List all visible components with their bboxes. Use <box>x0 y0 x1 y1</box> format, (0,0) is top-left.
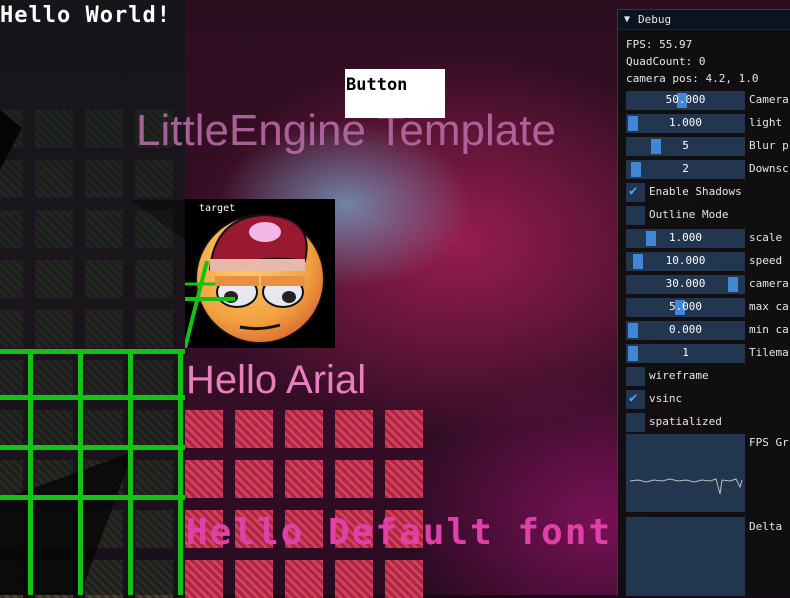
slider-row: 2 Downsc <box>626 160 790 179</box>
slider-value: 10.000 <box>665 254 706 267</box>
delta-graph-label: Delta <box>749 520 783 533</box>
slider-value: 5 <box>682 139 689 152</box>
slider-label: camera <box>749 277 789 290</box>
checkbox-row[interactable]: Outline Mode <box>626 206 790 225</box>
debug-window[interactable]: ▼ Debug FPS: 55.97 QuadCount: 0 camera p… <box>617 9 790 596</box>
checkbox-row[interactable]: ✔ Enable Shadows <box>626 183 790 202</box>
slider[interactable]: 1.000 <box>626 229 745 248</box>
physics-line <box>28 349 33 595</box>
hello-world-text: Hello World! <box>0 3 171 28</box>
fps-graph <box>626 434 745 512</box>
quad-count-text: QuadCount: 0 <box>626 55 706 68</box>
fps-graph-line <box>629 478 743 495</box>
checkbox-label: wireframe <box>649 369 709 382</box>
slider-row: 50.000 Camera <box>626 91 790 110</box>
checkbox-label: spatialized <box>649 415 722 428</box>
slider-label: speed <box>749 254 783 267</box>
slider-value: 1.000 <box>668 231 703 244</box>
slider-label: max ca <box>749 300 789 313</box>
slider-label: min ca <box>749 323 789 336</box>
slider-label: Blur p <box>749 139 789 152</box>
slider-label: scale <box>749 231 783 244</box>
slider-row: 30.000 camera <box>626 275 790 294</box>
slider-value: 30.000 <box>665 277 706 290</box>
checkbox[interactable]: ✔ <box>626 183 645 202</box>
shadow-triangle-top <box>0 110 22 170</box>
slider-label: light <box>749 116 783 129</box>
slider[interactable]: 30.000 <box>626 275 745 294</box>
checkbox[interactable] <box>626 413 645 432</box>
checkbox[interactable]: ✔ <box>626 390 645 409</box>
slider-label: Downsc <box>749 162 789 175</box>
slider-value: 1 <box>682 346 689 359</box>
slider[interactable]: 0.000 <box>626 321 745 340</box>
slider[interactable]: 1.000 <box>626 114 745 133</box>
camera-pos-text: camera pos: 4.2, 1.0 <box>626 72 759 85</box>
hello-default-font-text: Hello Default font <box>186 512 613 553</box>
slider-row: 1 Tilema <box>626 344 790 363</box>
fps-graph-label: FPS Gr <box>749 436 789 449</box>
checkbox[interactable] <box>626 206 645 225</box>
slider-value: 2 <box>682 162 689 175</box>
slider-row: 1.000 scale <box>626 229 790 248</box>
fps-text: FPS: 55.97 <box>626 38 693 51</box>
checkbox-row[interactable]: wireframe <box>626 367 790 386</box>
scene-button[interactable]: Button <box>345 69 445 118</box>
slider[interactable]: 5 <box>626 137 745 156</box>
checkbox-label: Enable Shadows <box>649 185 742 198</box>
face-sprite-icon <box>185 213 325 348</box>
slider-row: 5 Blur p <box>626 137 790 156</box>
debug-title: Debug <box>638 13 672 26</box>
target-sprite: target <box>185 199 335 348</box>
slider-row: 0.000 min ca <box>626 321 790 340</box>
slider[interactable]: 1 <box>626 344 745 363</box>
slider[interactable]: 10.000 <box>626 252 745 271</box>
physics-line <box>178 349 183 595</box>
slider-value: 0.000 <box>668 323 703 336</box>
checkbox[interactable] <box>626 367 645 386</box>
shadow-triangle-bottom <box>0 452 133 595</box>
physics-line <box>78 349 83 595</box>
slider-value: 5.000 <box>668 300 703 313</box>
debug-title-bar[interactable]: ▼ Debug <box>618 10 790 30</box>
slider-value: 1.000 <box>668 116 703 129</box>
collapse-triangle-icon[interactable]: ▼ <box>624 14 630 25</box>
hello-arial-text: Hello Arial <box>186 358 367 402</box>
slider-row: 5.000 max ca <box>626 298 790 317</box>
slider[interactable]: 5.000 <box>626 298 745 317</box>
checkbox-label: vsinc <box>649 392 683 405</box>
checkbox-row[interactable]: ✔ vsinc <box>626 390 790 409</box>
physics-line <box>128 349 133 595</box>
slider-value: 50.000 <box>665 93 706 106</box>
checkbox-label: Outline Mode <box>649 208 729 221</box>
slider[interactable]: 2 <box>626 160 745 179</box>
shadow-triangle-mid <box>130 200 185 240</box>
slider[interactable]: 50.000 <box>626 91 745 110</box>
slider-row: 10.000 speed <box>626 252 790 271</box>
checkmark-icon: ✔ <box>629 390 638 406</box>
slider-label: Tilema <box>749 346 789 359</box>
slider-row: 1.000 light <box>626 114 790 133</box>
delta-graph <box>626 517 745 596</box>
checkbox-row[interactable]: spatialized <box>626 413 790 432</box>
checkmark-icon: ✔ <box>629 183 638 199</box>
slider-label: Camera <box>749 93 789 106</box>
